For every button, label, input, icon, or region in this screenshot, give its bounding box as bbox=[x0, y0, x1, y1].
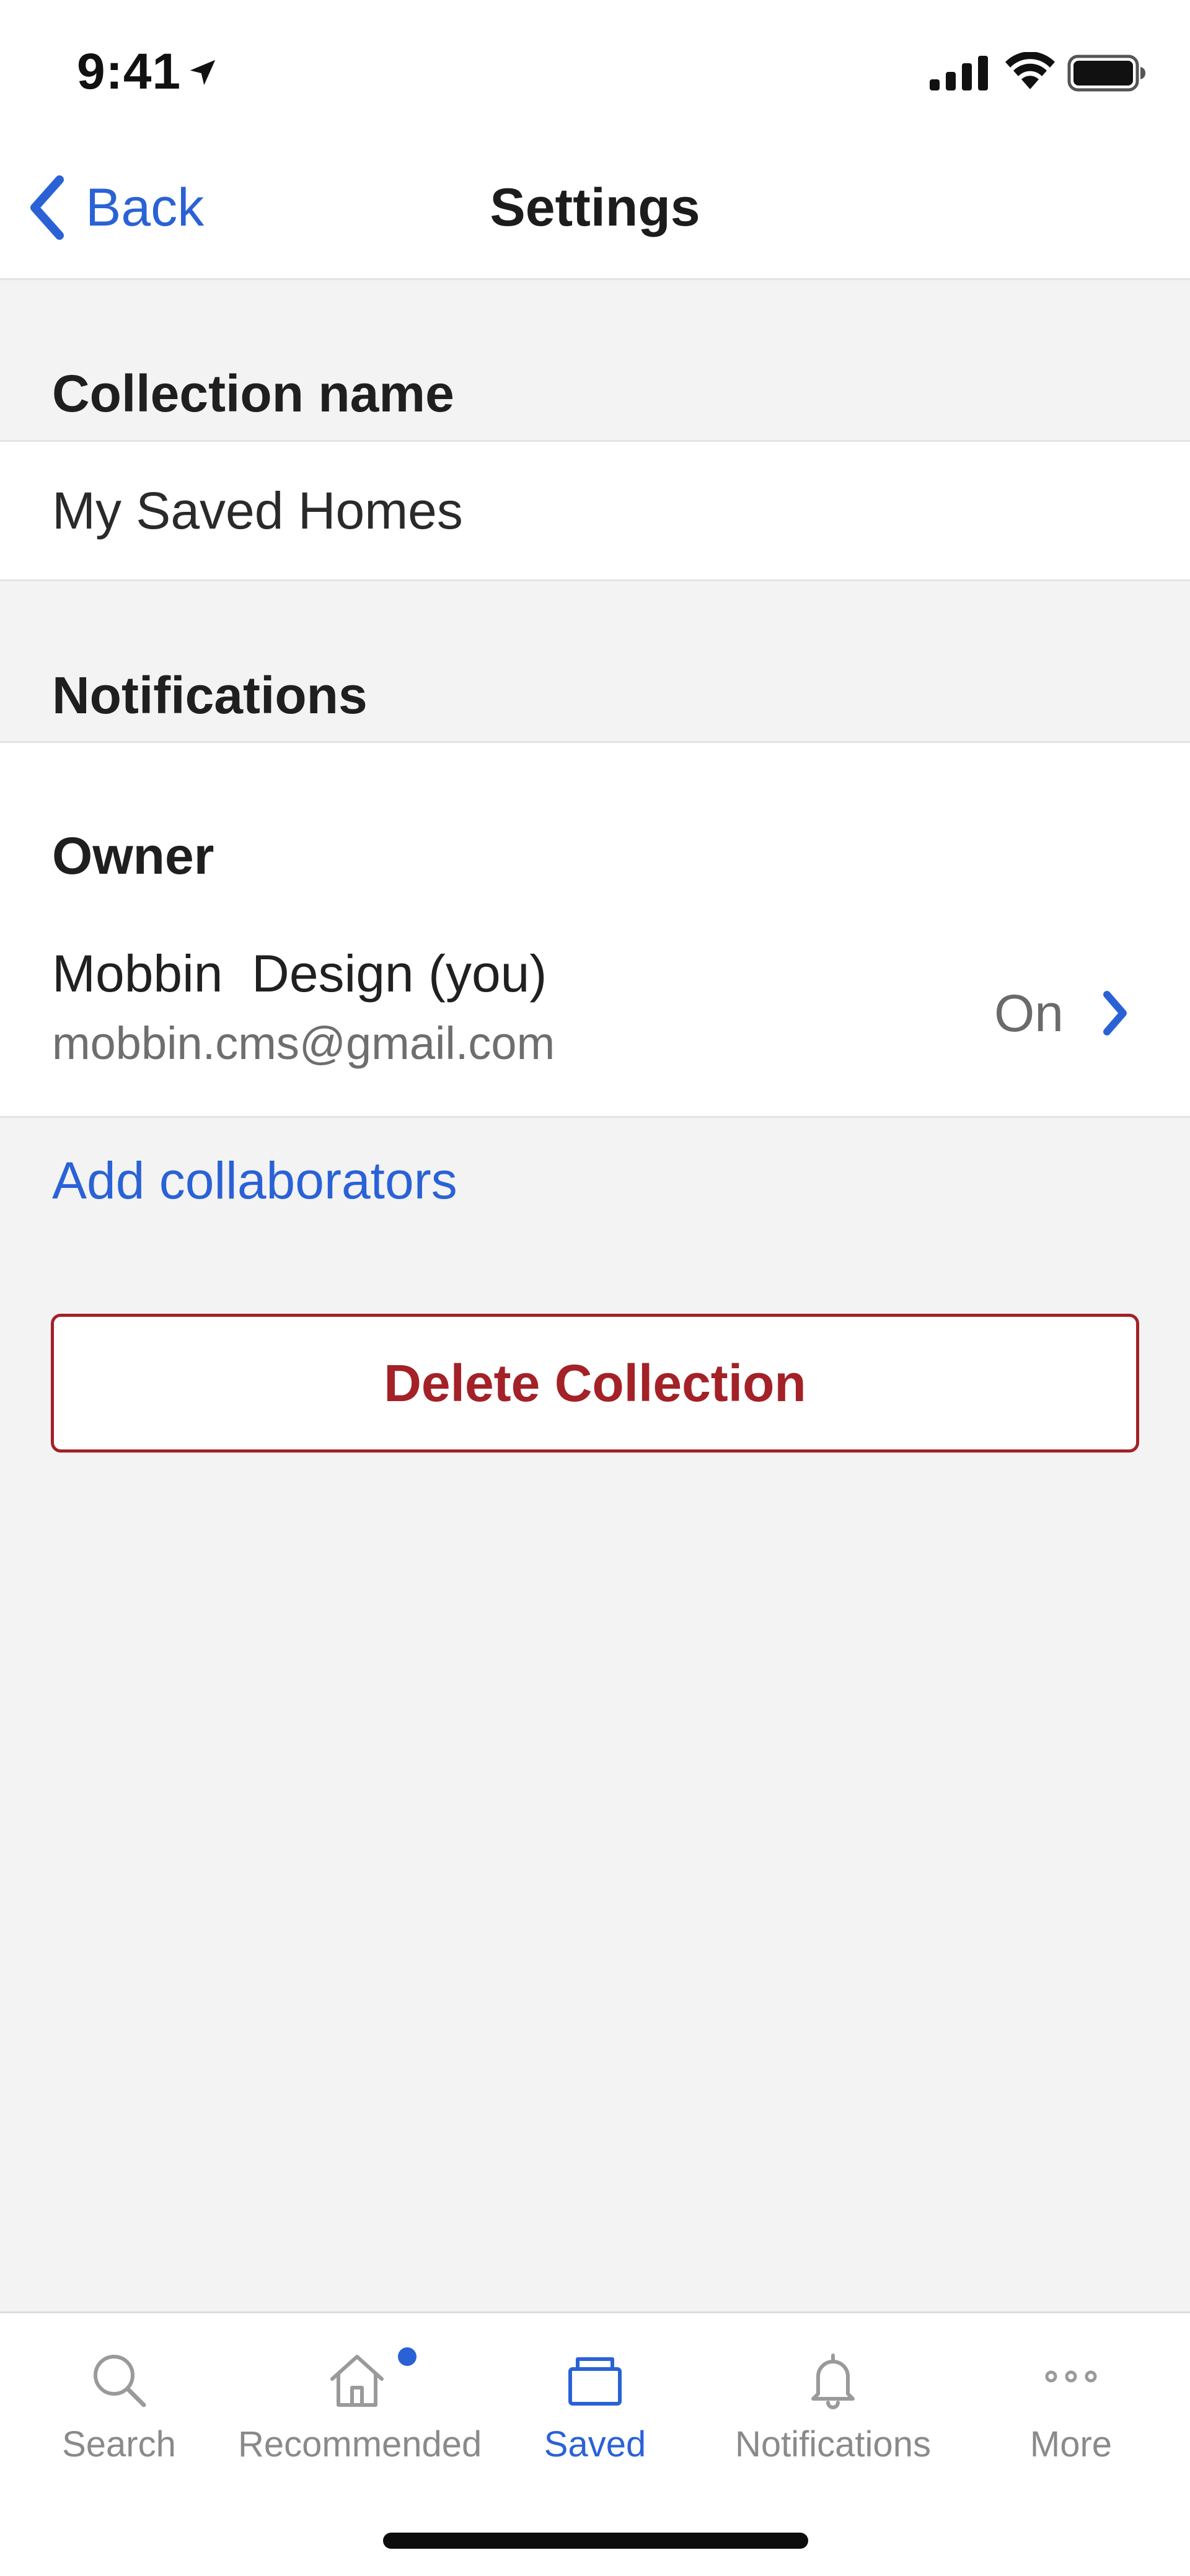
add-collaborators-link[interactable]: Add collaborators bbox=[52, 1146, 457, 1215]
tab-notifications-label: Notifications bbox=[735, 2424, 931, 2464]
tab-recommended-label: Recommended bbox=[238, 2424, 482, 2464]
tab-search[interactable]: Search bbox=[0, 2313, 238, 2499]
owner-name: Mobbin Design (you) bbox=[52, 944, 547, 1003]
recommended-badge-dot bbox=[398, 2347, 416, 2366]
battery-icon bbox=[1067, 55, 1145, 92]
status-bar: 9:41 bbox=[0, 0, 1190, 136]
home-indicator bbox=[383, 2533, 808, 2549]
cellular-signal-icon bbox=[930, 56, 988, 90]
folder-icon bbox=[568, 2357, 622, 2406]
owner-label: Owner bbox=[52, 827, 214, 885]
home-icon bbox=[330, 2355, 384, 2407]
owner-notification-row[interactable]: Mobbin Design (you) mobbin.cms@gmail.com… bbox=[0, 929, 1190, 1115]
collection-name-row bbox=[0, 440, 1190, 581]
tab-search-label: Search bbox=[62, 2424, 176, 2464]
tab-saved-label: Saved bbox=[544, 2424, 646, 2464]
location-arrow-icon bbox=[190, 59, 216, 86]
delete-collection-button[interactable]: Delete Collection bbox=[51, 1314, 1139, 1453]
settings-screen: 9:41 Back Settings Collection name My Sa… bbox=[0, 0, 1190, 2576]
wifi-icon bbox=[1005, 52, 1055, 89]
page-title: Settings bbox=[490, 178, 700, 237]
tab-notifications[interactable]: Notifications bbox=[714, 2313, 952, 2499]
more-icon bbox=[1045, 2370, 1097, 2383]
tab-recommended[interactable]: Recommended bbox=[238, 2313, 482, 2499]
tab-saved[interactable]: Saved bbox=[476, 2313, 714, 2499]
chevron-right-icon bbox=[1103, 991, 1127, 1035]
bell-icon bbox=[811, 2354, 855, 2409]
status-time: 9:41 bbox=[77, 43, 182, 100]
collection-name-header: Collection name bbox=[52, 364, 454, 423]
search-icon bbox=[94, 2355, 146, 2407]
tab-more-label: More bbox=[1029, 2424, 1113, 2464]
notifications-panel: Owner Mobbin Design (you) mobbin.cms@gma… bbox=[0, 741, 1190, 1118]
owner-email: mobbin.cms@gmail.com bbox=[52, 1018, 555, 1069]
owner-notification-status: On bbox=[994, 984, 1064, 1042]
navigation-bar: Back Settings bbox=[0, 136, 1190, 280]
tab-more[interactable]: More bbox=[952, 2313, 1190, 2499]
notifications-header: Notifications bbox=[52, 666, 368, 724]
collection-name-input[interactable] bbox=[52, 442, 1143, 579]
